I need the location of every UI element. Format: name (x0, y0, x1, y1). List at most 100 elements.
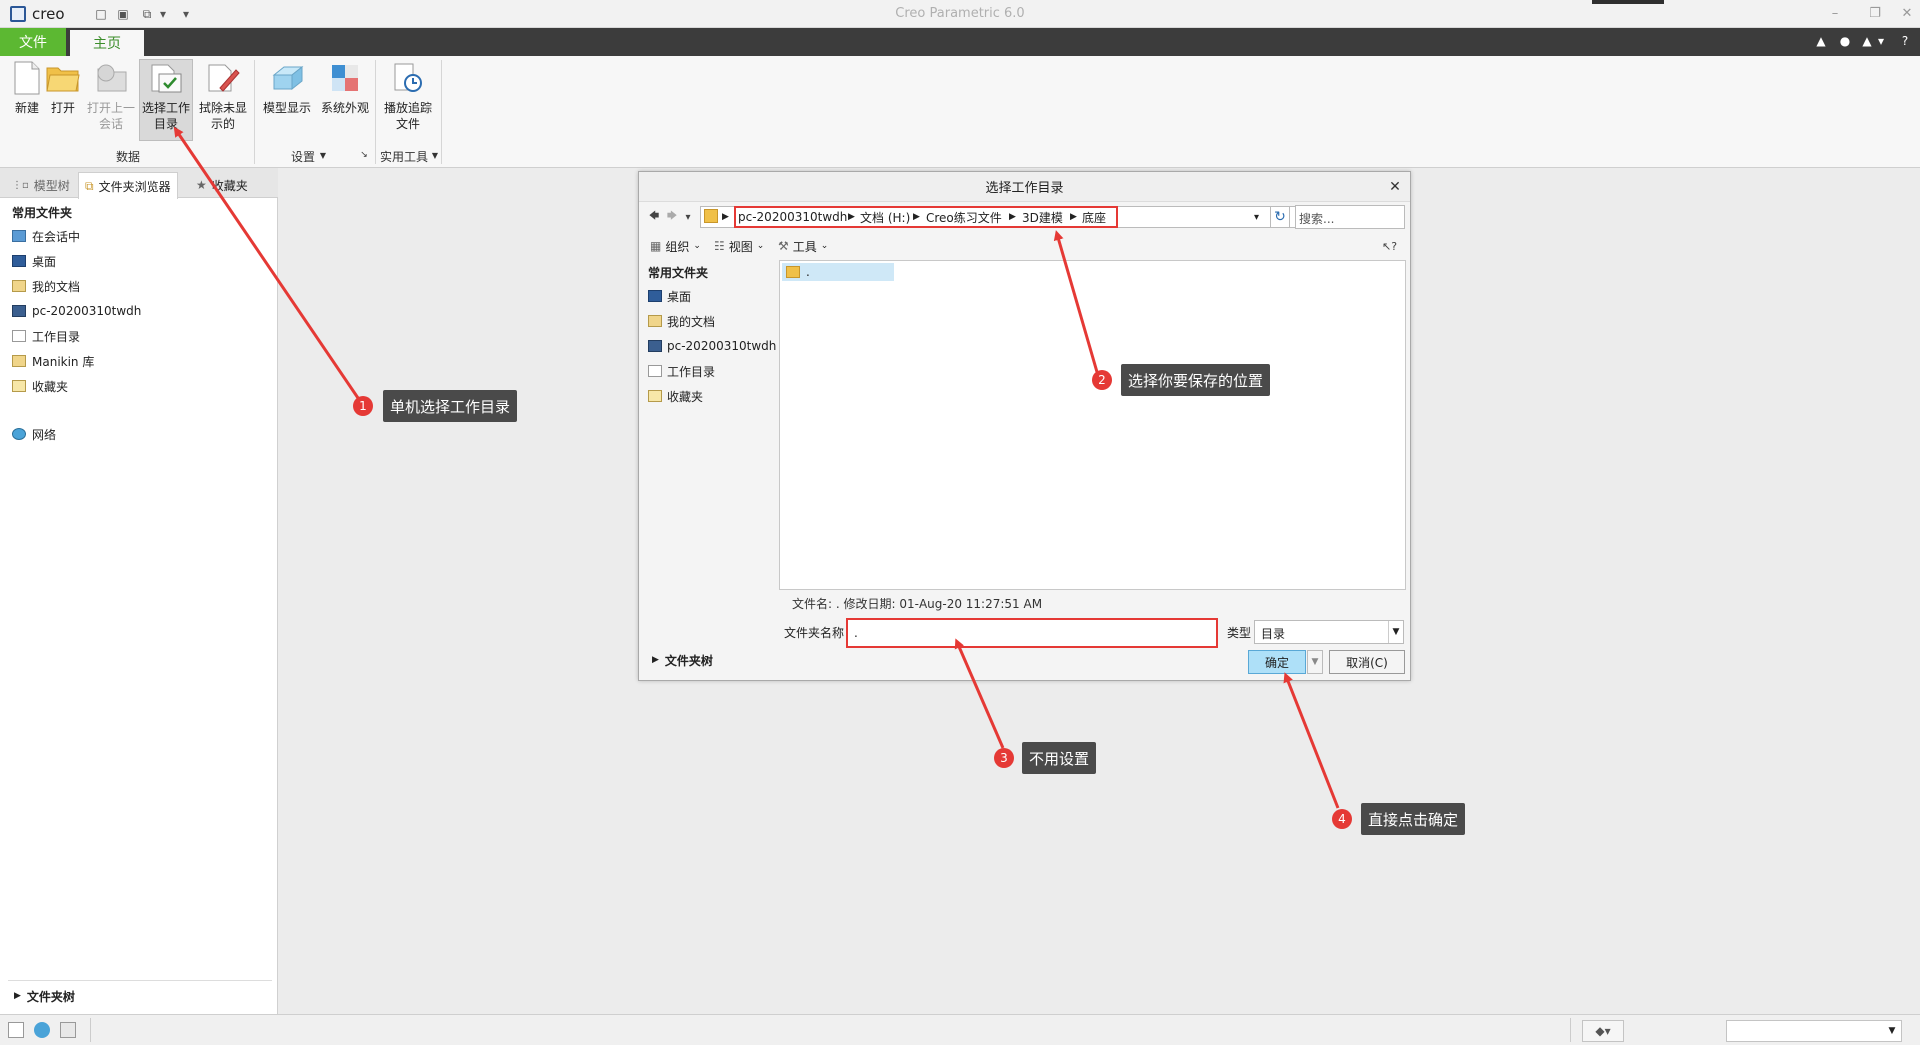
title-bar (0, 0, 1920, 28)
dialog-nav-label: 桌面 (667, 289, 692, 304)
open-last-session-button[interactable]: 打开上一 会话 (84, 60, 138, 140)
navigator-toggle-icon[interactable] (8, 1022, 24, 1038)
search-input[interactable]: 搜索... (1295, 205, 1405, 229)
system-appearance-button[interactable]: 系统外观 (316, 60, 374, 140)
file-list[interactable] (779, 260, 1406, 590)
customize-toolbar-icon[interactable]: ▾ (180, 5, 192, 23)
model-display-button[interactable]: 模型显示 (258, 60, 316, 140)
nav-item-in-session[interactable]: 在会话中 (12, 226, 80, 246)
path-dropdown-icon[interactable]: ▾ (1254, 209, 1259, 225)
dialog-nav-working-directory[interactable]: 工作目录 (648, 361, 715, 381)
tab-folder-browser[interactable]: ⧉ 文件夹浏览器 (78, 172, 178, 199)
dialog-nav-my-documents[interactable]: 我的文档 (648, 311, 715, 331)
documents-icon (648, 315, 662, 327)
breadcrumb-arrow-icon[interactable]: ▶ (1070, 209, 1077, 225)
collapse-ribbon-icon[interactable]: ▲ (1812, 32, 1830, 50)
erase-not-displayed-button[interactable]: 拭除未显 示的 (196, 60, 250, 140)
favorites-folder-icon (648, 390, 662, 402)
forward-icon[interactable]: 🡆 (664, 207, 680, 227)
tab-home[interactable]: 主页 (70, 30, 144, 56)
breadcrumb-arrow-icon[interactable]: ▶ (848, 209, 855, 225)
history-dropdown-icon[interactable]: ▾ (682, 207, 694, 227)
tools-menu[interactable]: ⚒ 工具 ⌄ (778, 236, 828, 256)
type-dropdown-icon[interactable]: ▼ (1388, 621, 1403, 643)
community-icon[interactable]: ● (1836, 32, 1854, 50)
folder-name-input[interactable]: . (846, 618, 1218, 648)
select-working-directory-button[interactable]: 选择工作 目录 (139, 59, 193, 141)
playback-trail-icon (390, 60, 426, 96)
new-file-icon[interactable]: □ (92, 5, 110, 23)
tools-label: 工具 (792, 239, 817, 254)
dialog-nav-desktop[interactable]: 桌面 (648, 286, 691, 306)
type-select[interactable]: 目录 (1254, 620, 1404, 644)
breadcrumb-base[interactable]: 底座 (1082, 209, 1106, 225)
tab-file[interactable]: 文件 (0, 28, 66, 56)
nav-item-favorites[interactable]: 收藏夹 (12, 376, 68, 396)
breadcrumb-drive[interactable]: 文档 (H:) (860, 209, 910, 225)
nav-label: Manikin 库 (32, 354, 95, 369)
ok-button[interactable]: 确定 (1248, 650, 1306, 674)
breadcrumb-3d-modeling[interactable]: 3D建模 (1022, 209, 1063, 225)
dialog-nav-label: 收藏夹 (667, 389, 704, 404)
windows-dropdown-icon[interactable]: ▾ (158, 5, 168, 23)
nav-label: pc-20200310twdh (32, 304, 142, 318)
back-icon[interactable]: 🡄 (646, 207, 662, 227)
nav-item-my-documents[interactable]: 我的文档 (12, 276, 80, 296)
settings-dropdown-icon[interactable]: ▼ (318, 151, 328, 160)
group-label-utilities[interactable]: 实用工具 (378, 148, 430, 165)
dialog-nav-computer[interactable]: pc-20200310twdh (648, 336, 776, 356)
callout-1: 单机选择工作目录 (383, 390, 518, 422)
callout-number-1: 1 (353, 396, 373, 416)
network-icon (12, 428, 26, 440)
tab-favorites[interactable]: ★ 收藏夹 (190, 172, 254, 198)
folder-tree-toggle[interactable]: ▶ 文件夹树 (14, 986, 75, 1006)
group-label-settings[interactable]: 设置 (288, 148, 318, 165)
selection-filter[interactable] (1726, 1020, 1902, 1042)
open-button[interactable]: 打开 (36, 60, 90, 140)
organize-menu[interactable]: ▦ 组织 ⌄ (650, 236, 701, 256)
open-label: 打开 (50, 101, 75, 115)
utilities-dropdown-icon[interactable]: ▼ (430, 151, 440, 160)
tab-model-tree[interactable]: ⋮▫ 模型树 (6, 172, 76, 198)
system-appearance-label: 系统外观 (320, 101, 369, 115)
dialog-close-icon[interactable]: ✕ (1386, 178, 1404, 196)
refresh-icon[interactable]: ↻ (1270, 206, 1290, 228)
erase-icon (205, 60, 241, 96)
dialog-common-folders-header: 常用文件夹 (648, 265, 709, 280)
desktop-icon (12, 255, 26, 267)
nav-item-working-directory[interactable]: 工作目录 (12, 326, 80, 346)
breadcrumb-computer[interactable]: pc-20200310twdh (738, 209, 847, 225)
cancel-button[interactable]: 取消(C) (1329, 650, 1405, 674)
help-icon[interactable]: ? (1896, 32, 1914, 50)
nav-item-network[interactable]: 网络 (12, 424, 56, 444)
context-help-icon[interactable]: ↖? (1382, 236, 1397, 256)
open-folder-icon[interactable]: ▣ (114, 5, 132, 23)
working-directory-icon (12, 330, 26, 342)
breadcrumb-arrow-icon[interactable]: ▶ (1009, 209, 1016, 225)
minimize-icon[interactable]: – (1824, 4, 1846, 22)
restore-icon[interactable]: ❐ (1864, 4, 1886, 22)
dialog-nav-label: 我的文档 (667, 314, 716, 329)
path-root-arrow-icon[interactable]: ▶ (722, 209, 729, 225)
windows-icon[interactable]: ⧉ (138, 5, 156, 23)
dialog-folder-tree-toggle[interactable]: ▶ 文件夹树 (640, 648, 775, 672)
breadcrumb-creo-practice[interactable]: Creo练习文件 (926, 209, 1002, 225)
view-menu[interactable]: ☷ 视图 ⌄ (714, 236, 764, 256)
browser-toggle-icon[interactable] (34, 1022, 50, 1038)
nav-item-computer[interactable]: pc-20200310twdh (12, 301, 141, 321)
settings-launcher-icon[interactable]: ↘ (358, 150, 370, 160)
favorites-folder-icon (12, 380, 26, 392)
find-icon[interactable]: ◆▾ (1582, 1020, 1624, 1042)
nav-item-manikin-library[interactable]: Manikin 库 (12, 351, 94, 371)
close-window-icon[interactable]: ✕ (1896, 4, 1918, 22)
learning-dropdown-icon[interactable]: ▾ (1876, 32, 1886, 50)
file-list-item[interactable]: . (782, 263, 894, 281)
playback-trail-button[interactable]: 播放追踪 文件 (380, 60, 436, 140)
ok-dropdown-icon[interactable]: ▼ (1307, 650, 1323, 674)
selection-filter-dropdown-icon[interactable]: ▼ (1885, 1022, 1899, 1040)
fullscreen-icon[interactable] (60, 1022, 76, 1038)
nav-item-desktop[interactable]: 桌面 (12, 251, 56, 271)
dialog-nav-favorites[interactable]: 收藏夹 (648, 386, 703, 406)
breadcrumb-arrow-icon[interactable]: ▶ (913, 209, 920, 225)
learning-icon[interactable]: ▲ (1858, 32, 1876, 50)
